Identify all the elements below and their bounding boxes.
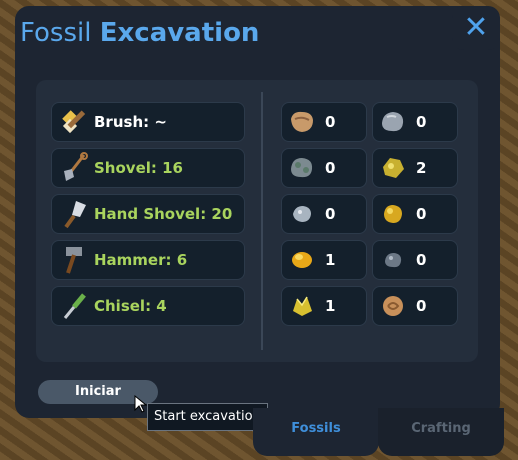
tool-row-shovel: Shovel: 16 bbox=[51, 148, 245, 188]
tool-row-chisel: Chisel: 4 bbox=[51, 286, 245, 326]
resource-slot: 2 bbox=[372, 148, 458, 188]
tool-row-hand-shovel: Hand Shovel: 20 bbox=[51, 194, 245, 234]
tool-label-brush: Brush: ~ bbox=[94, 113, 167, 131]
mossy-rock-icon bbox=[291, 158, 313, 178]
chisel-icon bbox=[63, 293, 86, 319]
gold-ore-icon bbox=[383, 158, 404, 178]
resource-count: 0 bbox=[325, 113, 336, 131]
golden-nugget-icon bbox=[384, 205, 402, 223]
resource-slot: 1 bbox=[281, 286, 367, 326]
title-light: Fossil bbox=[20, 18, 92, 48]
resource-slot: 0 bbox=[281, 102, 367, 142]
tool-label-shovel: Shovel: 16 bbox=[94, 159, 183, 177]
hammer-icon bbox=[66, 247, 82, 274]
fossil-stone-icon bbox=[383, 296, 403, 316]
start-excavation-tooltip: Start excavation bbox=[147, 403, 268, 431]
panel-divider bbox=[261, 92, 263, 350]
resource-count: 0 bbox=[416, 205, 427, 223]
close-button[interactable]: ✕ bbox=[452, 6, 500, 50]
window-title: Fossil Excavation bbox=[20, 18, 259, 48]
resource-slot: 1 bbox=[281, 240, 367, 280]
resource-slot: 0 bbox=[372, 286, 458, 326]
resource-slot: 0 bbox=[372, 194, 458, 234]
rough-stone-icon bbox=[291, 111, 313, 132]
tool-row-brush: Brush: ~ bbox=[51, 102, 245, 142]
resource-slot: 0 bbox=[281, 148, 367, 188]
resource-count: 0 bbox=[325, 205, 336, 223]
tab-crafting[interactable]: Crafting bbox=[378, 408, 504, 456]
tool-label-hand-shovel: Hand Shovel: 20 bbox=[94, 205, 233, 223]
resource-slot: 0 bbox=[372, 102, 458, 142]
mouse-cursor-icon bbox=[134, 395, 148, 413]
resource-slot: 0 bbox=[281, 194, 367, 234]
hand-shovel-icon bbox=[64, 201, 86, 229]
resource-count: 0 bbox=[325, 159, 336, 177]
title-bold: Excavation bbox=[99, 18, 260, 48]
brush-icon bbox=[62, 110, 86, 134]
resource-count: 0 bbox=[416, 251, 427, 269]
resource-count: 1 bbox=[325, 251, 336, 269]
resource-slot: 0 bbox=[372, 240, 458, 280]
silver-ore-icon bbox=[293, 206, 311, 222]
amber-icon bbox=[292, 252, 312, 268]
tool-label-chisel: Chisel: 4 bbox=[94, 297, 167, 315]
iron-ore-icon bbox=[385, 253, 402, 268]
tool-label-hammer: Hammer: 6 bbox=[94, 251, 188, 269]
tab-fossils[interactable]: Fossils bbox=[253, 408, 379, 456]
grey-rock-icon bbox=[382, 112, 404, 132]
resource-count: 1 bbox=[325, 297, 336, 315]
tool-row-hammer: Hammer: 6 bbox=[51, 240, 245, 280]
resource-count: 0 bbox=[416, 113, 427, 131]
shovel-icon bbox=[64, 152, 88, 181]
gold-crystal-icon bbox=[293, 296, 312, 316]
resource-count: 0 bbox=[416, 297, 427, 315]
resource-count: 2 bbox=[416, 159, 427, 177]
